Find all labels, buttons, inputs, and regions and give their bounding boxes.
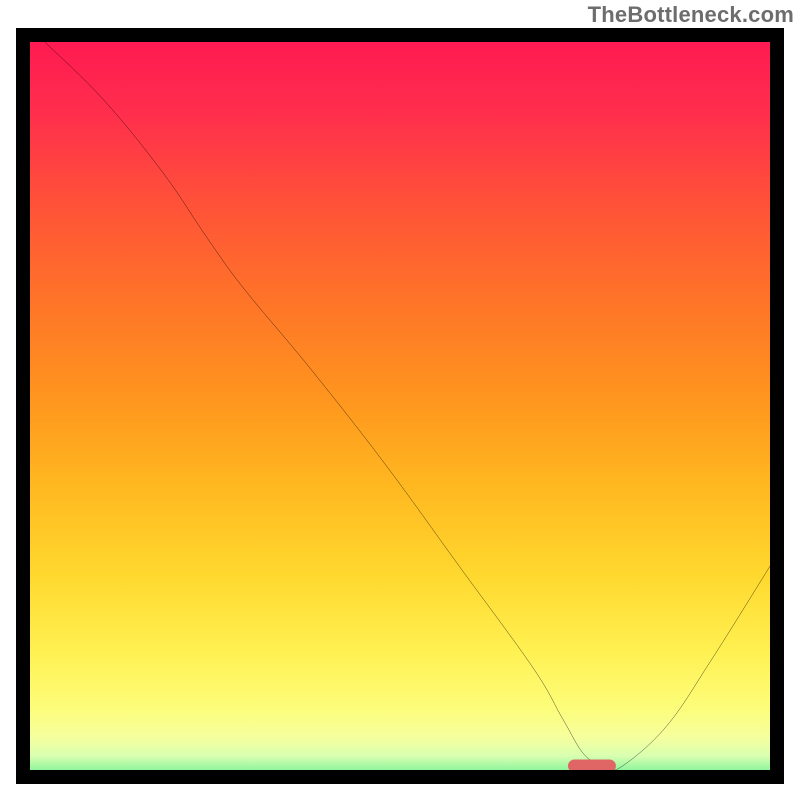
- bottleneck-curve: [30, 42, 770, 770]
- optimal-marker: [568, 760, 616, 770]
- plot-frame: [16, 28, 784, 784]
- plot-area: [30, 42, 770, 770]
- figure-container: TheBottleneck.com: [0, 0, 800, 800]
- watermark-label: TheBottleneck.com: [588, 2, 794, 28]
